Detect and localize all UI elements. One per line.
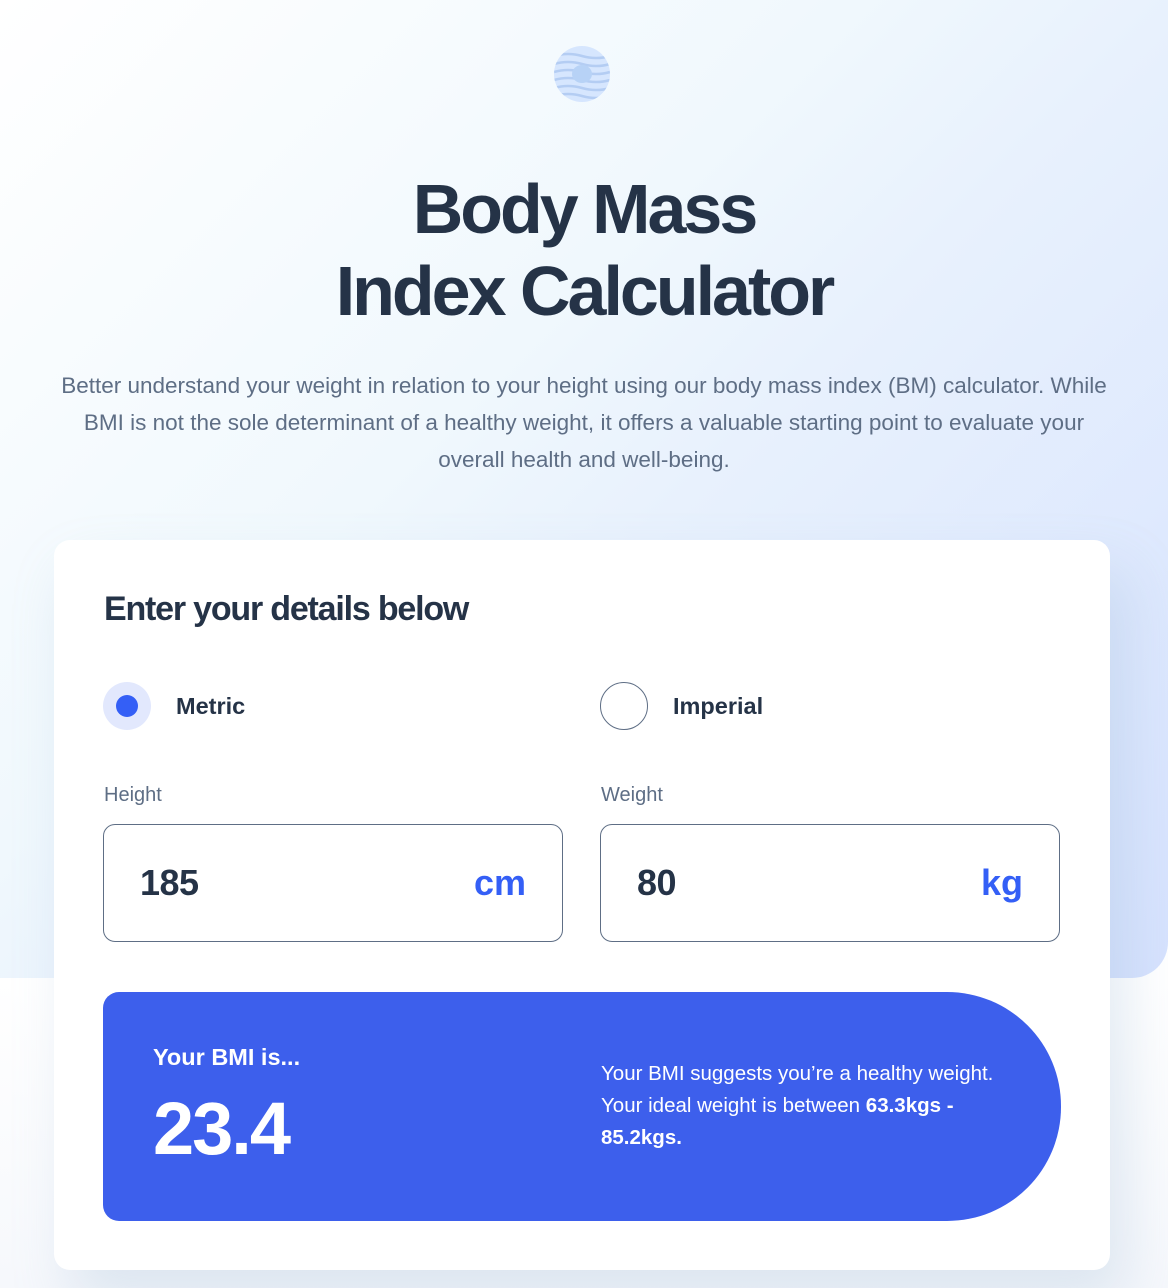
bmi-result-panel: Your BMI is... 23.4 Your BMI suggests yo… <box>103 992 1061 1221</box>
weight-unit: kg <box>980 862 1023 903</box>
form-title: Enter your details below <box>104 590 469 628</box>
weight-value[interactable]: 80 <box>637 862 677 904</box>
title-line-2: Index Calculator <box>335 252 836 330</box>
height-input[interactable]: 185 cm <box>103 824 563 942</box>
striped-circle-logo-icon <box>554 46 610 102</box>
page-title: Body Mass Index Calculator <box>0 168 1168 332</box>
radio-unchecked-icon[interactable] <box>600 682 648 730</box>
radio-dot <box>116 695 138 717</box>
radio-imperial-label: Imperial <box>673 692 764 719</box>
intro-description: Better understand your weight in relatio… <box>61 373 1107 472</box>
bmi-result-description: Your BMI suggests you’re a healthy weigh… <box>601 1058 1001 1154</box>
bmi-result-label: Your BMI is... <box>153 1044 301 1070</box>
bmi-result-value: 23.4 <box>153 1087 291 1170</box>
weight-input[interactable]: 80 kg <box>600 824 1060 942</box>
radio-metric[interactable]: Metric <box>103 682 245 730</box>
radio-imperial[interactable]: Imperial <box>600 682 763 730</box>
title-line-1: Body Mass <box>412 170 759 248</box>
weight-label: Weight <box>601 784 663 806</box>
radio-metric-label: Metric <box>176 692 246 719</box>
height-value[interactable]: 185 <box>140 862 199 904</box>
bmi-calculator-card: Enter your details below Metric Imperial… <box>54 540 1110 1270</box>
height-label: Height <box>104 784 162 806</box>
height-unit: cm <box>473 862 526 903</box>
radio-checked-icon[interactable] <box>103 682 151 730</box>
